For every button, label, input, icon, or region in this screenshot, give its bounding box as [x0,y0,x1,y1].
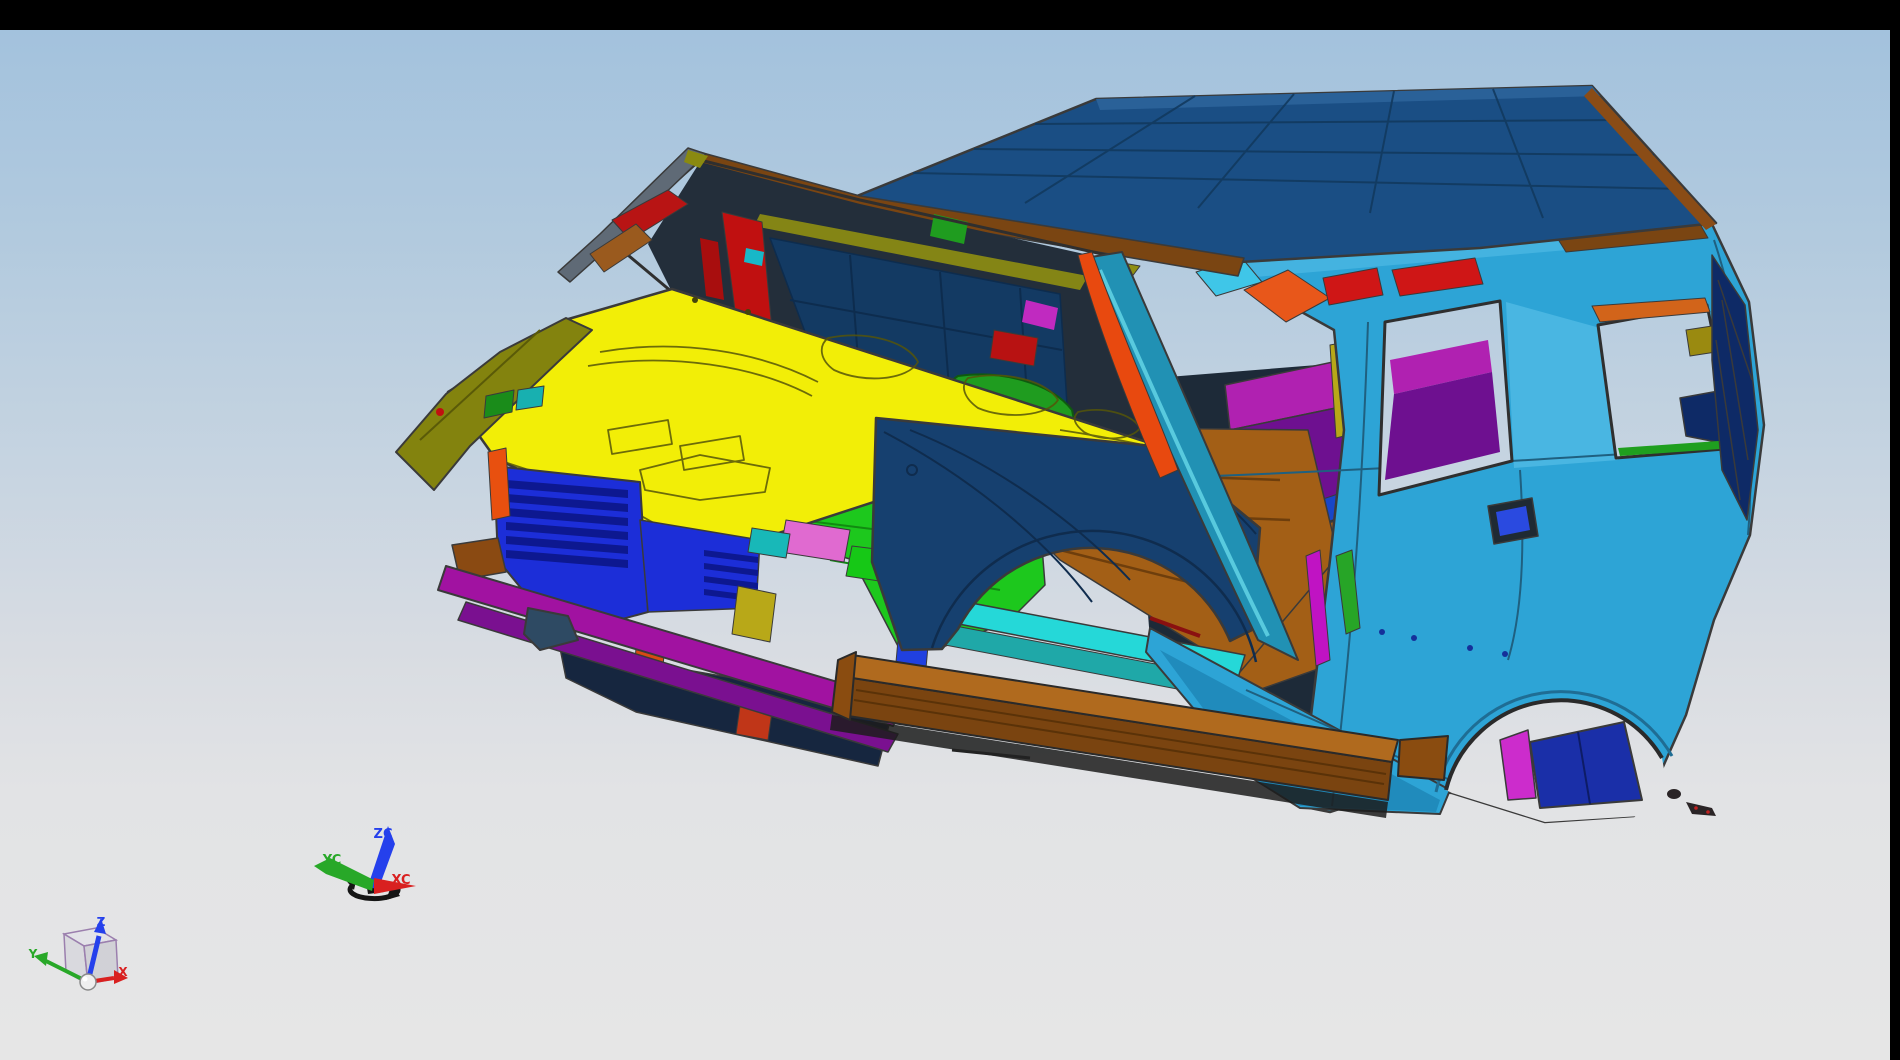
abs-y-label: Y [28,947,38,961]
wcs-y-label: YC [322,853,342,868]
letterbox-top-bar [0,0,1900,30]
abs-origin-sphere [80,974,96,990]
wcs-z-label: ZC [374,827,393,842]
suv-body-model[interactable] [396,86,1764,822]
abs-z-label: Z [97,915,106,929]
viewport-canvas[interactable]: ZC YC XC Z Y X [0,0,1900,1060]
wcs-x-label: XC [391,873,410,888]
wcs-triad[interactable]: ZC YC XC [314,826,416,900]
letterbox-right-bar [1890,0,1900,1060]
absolute-triad[interactable]: Z Y X [28,915,129,990]
cad-application-window: ZC YC XC Z Y X [0,0,1900,1060]
loose-parts[interactable] [1667,789,1716,816]
abs-x-label: X [118,965,128,979]
